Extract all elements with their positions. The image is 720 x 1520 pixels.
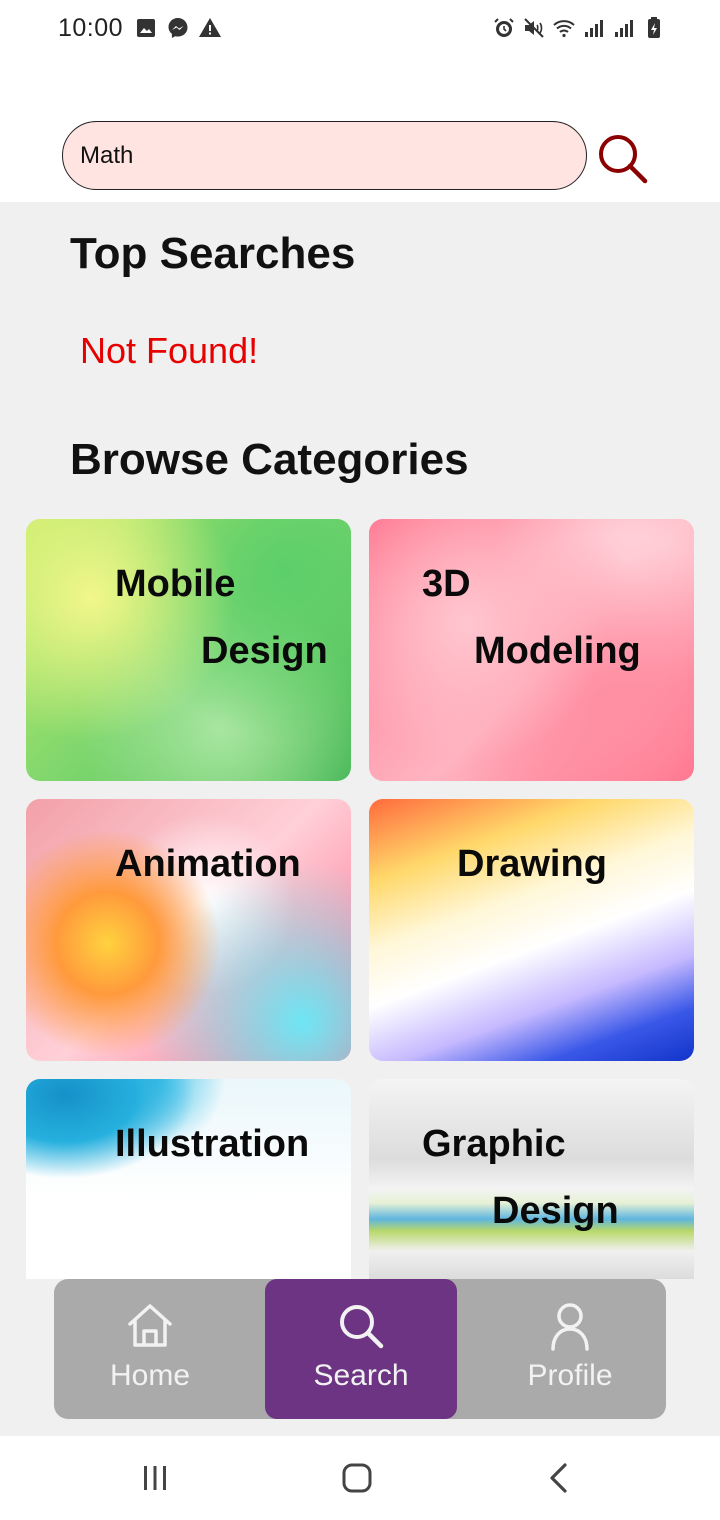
browse-categories-heading: Browse Categories [70, 435, 469, 484]
status-notification-icons [134, 16, 222, 40]
not-found-message: Not Found! [80, 330, 259, 371]
category-label: Mobile [115, 563, 236, 605]
category-label: 3D [422, 563, 471, 605]
bottom-navigation: Home Search Profile [54, 1279, 666, 1419]
status-bar: 10:00 [0, 0, 720, 60]
wifi-icon [553, 20, 575, 38]
nav-search-label: Search [313, 1359, 409, 1392]
nav-search[interactable]: Search [265, 1279, 457, 1419]
category-label: Illustration [115, 1123, 310, 1165]
category-label: Modeling [474, 630, 641, 672]
nav-home[interactable]: Home [54, 1279, 246, 1419]
nav-profile[interactable]: Profile [474, 1279, 666, 1419]
battery-charging-icon [648, 17, 660, 38]
category-background [26, 799, 351, 1061]
category-card-3d-modeling[interactable]: 3D Modeling [369, 519, 694, 781]
search-header [0, 60, 720, 202]
top-searches-heading: Top Searches [70, 229, 356, 278]
nav-home-label: Home [109, 1359, 191, 1392]
status-time: 10:00 [58, 14, 124, 42]
signal-icon [615, 20, 633, 37]
home-icon [128, 1304, 172, 1347]
search-icon [340, 1305, 384, 1349]
profile-icon [551, 1303, 589, 1351]
system-navigation-bar [0, 1436, 720, 1520]
warning-icon [199, 18, 221, 37]
category-label: Animation [115, 843, 301, 885]
category-label: Drawing [457, 843, 607, 885]
category-label: Graphic [422, 1123, 566, 1165]
category-card-animation[interactable]: Animation [26, 799, 351, 1061]
category-background [369, 1079, 694, 1279]
category-background [26, 1079, 351, 1279]
messenger-icon [168, 18, 188, 38]
search-input[interactable] [62, 121, 587, 190]
signal-icon [585, 20, 603, 37]
recent-apps-icon[interactable] [135, 1458, 175, 1498]
mute-icon [524, 18, 544, 38]
back-icon[interactable] [539, 1458, 579, 1498]
category-label: Design [201, 630, 328, 672]
category-card-drawing[interactable]: Drawing [369, 799, 694, 1061]
home-button-icon[interactable] [337, 1458, 377, 1498]
search-content: Top Searches Not Found! Browse Categorie… [0, 202, 720, 1436]
status-system-icons [492, 16, 666, 40]
category-card-mobile-design[interactable]: Mobile Design [26, 519, 351, 781]
search-icon[interactable] [596, 132, 650, 186]
category-card-illustration[interactable]: Illustration [26, 1079, 351, 1279]
nav-profile-label: Profile [527, 1359, 613, 1392]
category-label: Design [492, 1190, 619, 1232]
category-card-graphic-design[interactable]: Graphic Design [369, 1079, 694, 1279]
category-background [369, 799, 694, 1061]
image-icon [137, 19, 155, 37]
alarm-icon [494, 18, 514, 37]
